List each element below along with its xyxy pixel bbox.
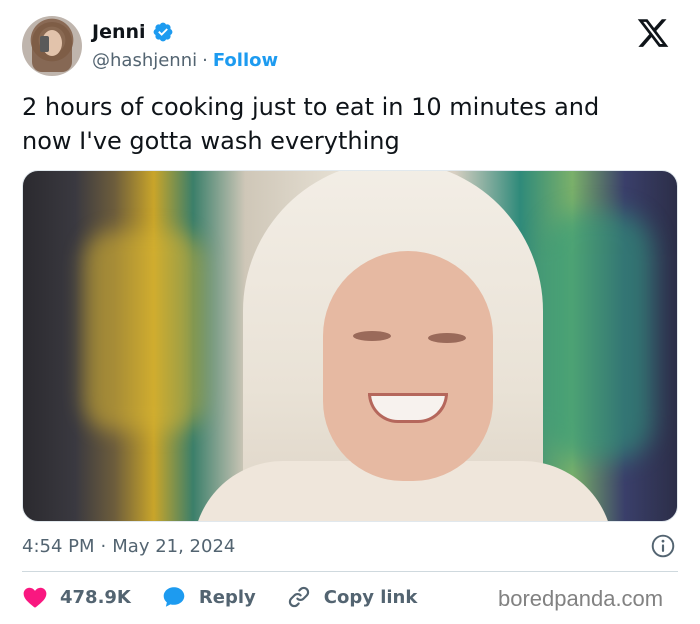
copy-link-button[interactable]: Copy link: [286, 584, 418, 610]
x-logo-icon[interactable]: [634, 16, 672, 50]
copy-link-label: Copy link: [323, 586, 418, 608]
reply-label: Reply: [198, 586, 256, 608]
separator-dot: ·: [100, 535, 107, 557]
heart-icon: [23, 587, 47, 608]
like-count: 478.9K: [60, 586, 131, 608]
name-row: Jenni: [92, 18, 174, 46]
verified-badge-icon: [153, 22, 172, 42]
link-icon: [288, 586, 309, 608]
separator-dot: ·: [202, 49, 208, 71]
like-button[interactable]: 478.9K: [22, 584, 131, 610]
speech-bubble-icon: [163, 587, 185, 607]
action-bar: 478.9K Reply Copy link: [22, 581, 447, 613]
info-icon[interactable]: [650, 533, 676, 559]
tweet-date: May 21, 2024: [112, 535, 236, 557]
avatar-phone: [40, 36, 49, 52]
image-eye: [353, 331, 391, 341]
display-name[interactable]: Jenni: [92, 21, 146, 43]
handle-row: @hashjenni · Follow: [92, 47, 278, 73]
handle[interactable]: @hashjenni: [92, 50, 197, 71]
image-face: [323, 251, 493, 481]
tweet-card: Jenni @hashjenni · Follow 2 hours of coo…: [0, 0, 700, 624]
tweet-image[interactable]: [22, 170, 678, 522]
timestamp[interactable]: 4:54 PM · May 21, 2024: [22, 532, 235, 560]
reply-button[interactable]: Reply: [161, 584, 256, 610]
avatar[interactable]: [22, 16, 82, 76]
image-background-blur: [83, 231, 203, 431]
divider: [22, 571, 678, 572]
tweet-text: 2 hours of cooking just to eat in 10 min…: [22, 93, 600, 155]
tweet-time: 4:54 PM: [22, 535, 95, 557]
follow-button[interactable]: Follow: [213, 50, 278, 71]
watermark: boredpanda.com: [498, 586, 664, 611]
image-background-blur: [543, 211, 653, 461]
image-eye: [428, 333, 466, 343]
